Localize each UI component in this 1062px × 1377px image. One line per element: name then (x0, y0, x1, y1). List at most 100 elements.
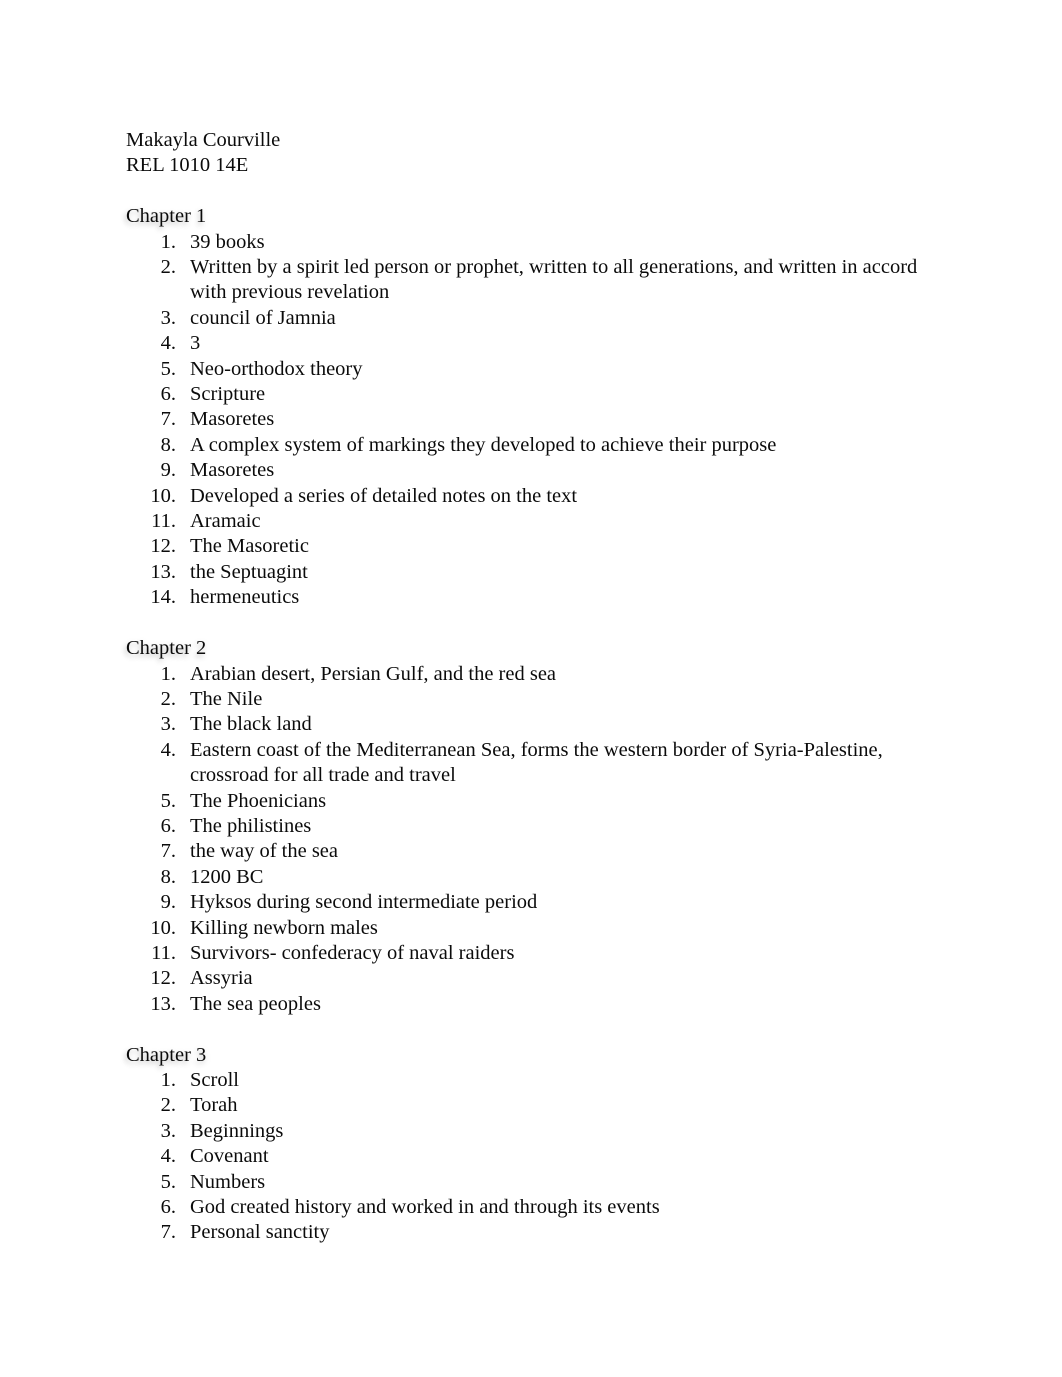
list-item-text: Killing newborn males (190, 916, 378, 939)
list-item-number: 5. (160, 789, 176, 812)
answer-list-item: 7. Masoretes (126, 407, 936, 432)
list-item-text: The philistines (190, 814, 312, 837)
list-item-number: 9. (160, 891, 176, 914)
answer-list-item: 5. Neo-orthodox theory (126, 357, 936, 382)
document-body: Makayla Courville REL 1010 14E Chapter 1… (126, 128, 936, 1246)
chapter-section: Chapter 3 1. Scroll 2. Torah 3. Beginnings 4. Co… (126, 1043, 936, 1246)
list-item-text: Survivors- confederacy of naval raiders (190, 941, 515, 964)
chapter-heading: Chapter 2 (126, 637, 207, 660)
list-item-text: Masoretes (190, 408, 275, 431)
answer-list-item: 4. 3 (126, 331, 936, 356)
list-item-number: 2. (160, 1094, 176, 1117)
list-item-text: 3 (190, 332, 201, 355)
list-item-text: council of Jamnia (190, 306, 336, 329)
answer-list-item: 6. Scripture (126, 382, 936, 407)
answer-list-item: 6. The philistines (126, 814, 936, 839)
answer-list-item: 1. 39 books (126, 230, 936, 255)
header-spacer (126, 179, 936, 204)
answer-list-item: 8. 1200 BC (126, 865, 936, 890)
answer-list-item: 13. the Septuagint (126, 560, 936, 585)
list-item-text: Arabian desert, Persian Gulf, and the re… (190, 662, 557, 685)
answer-list-item: 5. The Phoenicians (126, 789, 936, 814)
list-item-text: 39 books (190, 230, 265, 253)
list-item-text: Personal sanctity (190, 1221, 330, 1244)
answer-list: 1. 39 books 2. Written by a spirit led pers… (126, 230, 936, 611)
answer-list-item: 8. A complex system of markings they deve… (126, 433, 936, 458)
chapter-heading-row: Chapter 3 (126, 1043, 936, 1068)
answer-list-item: 1. Scroll (126, 1068, 936, 1093)
list-item-text: 1200 BC (190, 865, 264, 888)
chapter-heading-row: Chapter 1 (126, 204, 936, 229)
list-item-text: Neo-orthodox theory (190, 357, 363, 380)
list-item-text: Scroll (190, 1068, 239, 1091)
student-name: Makayla Courville (126, 129, 281, 151)
answer-list-item: 9. Hyksos during second intermediate peri… (126, 890, 936, 915)
answer-list-item: 3. The black land (126, 712, 936, 737)
list-item-number: 5. (160, 1170, 176, 1193)
list-item-text: Eastern coast of the Mediterranean Sea, … (190, 738, 883, 787)
list-item-number: 8. (160, 433, 176, 456)
chapter-heading-row: Chapter 2 (126, 636, 936, 661)
answer-list-item: 9. Masoretes (126, 458, 936, 483)
list-item-number: 7. (160, 408, 176, 431)
list-item-number: 2. (160, 687, 176, 710)
answer-list-item: 12. The Masoretic (126, 534, 936, 559)
list-item-text: Covenant (190, 1145, 269, 1168)
answer-list-item: 11. Survivors- confederacy of naval raide… (126, 941, 936, 966)
list-item-number: 2. (160, 256, 176, 279)
list-item-text: Aramaic (190, 510, 261, 533)
answer-list-item: 2. The Nile (126, 687, 936, 712)
list-item-number: 11. (151, 941, 176, 964)
list-item-text: Masoretes (190, 459, 275, 482)
answer-list-item: 10. Killing newborn males (126, 916, 936, 941)
list-item-number: 13. (150, 560, 176, 583)
list-item-text: Hyksos during second intermediate period (190, 891, 538, 914)
list-item-number: 1. (160, 662, 176, 685)
list-item-number: 14. (150, 586, 176, 609)
list-item-number: 4. (160, 1145, 176, 1168)
list-item-number: 1. (160, 1068, 176, 1091)
chapter-heading: Chapter 3 (126, 1043, 207, 1066)
list-item-number: 4. (160, 738, 176, 761)
list-item-number: 4. (160, 332, 176, 355)
list-item-number: 7. (160, 1221, 176, 1244)
list-item-text: Scripture (190, 383, 266, 406)
answer-list-item: 10. Developed a series of detailed notes … (126, 484, 936, 509)
answer-list-item: 11. Aramaic (126, 509, 936, 534)
answer-list-item: 6. God created history and worked in and … (126, 1195, 936, 1220)
answer-list-item: 14. hermeneutics (126, 585, 936, 610)
answer-list: 1. Scroll 2. Torah 3. Beginnings 4. Covenant 5. N… (126, 1068, 936, 1246)
chapter-heading: Chapter 1 (126, 205, 207, 228)
list-item-text: Beginnings (190, 1119, 284, 1142)
list-item-text: Assyria (190, 967, 253, 990)
list-item-number: 6. (160, 1196, 176, 1219)
list-item-text: The Masoretic (190, 535, 309, 558)
list-item-number: 3. (160, 1119, 176, 1142)
list-item-number: 6. (160, 383, 176, 406)
list-item-text: the way of the sea (190, 840, 338, 863)
answer-list-item: 3. Beginnings (126, 1119, 936, 1144)
chapter-section: Chapter 2 1. Arabian desert, Persian Gulf,… (126, 636, 936, 1017)
list-item-text: Torah (190, 1094, 238, 1117)
answer-list-item: 1. Arabian desert, Persian Gulf, and the … (126, 662, 936, 687)
answer-list-item: 12. Assyria (126, 966, 936, 991)
list-item-text: The Nile (190, 687, 263, 710)
list-item-number: 10. (150, 916, 176, 939)
sections-container: Chapter 1 1. 39 books 2. Written by a spirit… (126, 204, 936, 1246)
answer-list-item: 7. the way of the sea (126, 839, 936, 864)
list-item-text: Numbers (190, 1170, 266, 1193)
list-item-text: hermeneutics (190, 586, 300, 609)
list-item-text: The sea peoples (190, 992, 321, 1015)
list-item-number: 8. (160, 865, 176, 888)
answer-list-item: 4. Covenant (126, 1144, 936, 1169)
answer-list-item: 4. Eastern coast of the Mediterranean Sea… (126, 738, 936, 789)
list-item-number: 13. (150, 992, 176, 1015)
answer-list-item: 2. Torah (126, 1093, 936, 1118)
list-item-text: Written by a spirit led person or prophe… (190, 256, 918, 304)
chapter-section: Chapter 1 1. 39 books 2. Written by a spirit… (126, 204, 936, 611)
list-item-number: 5. (160, 357, 176, 380)
answer-list-item: 7. Personal sanctity (126, 1220, 936, 1245)
answer-list: 1. Arabian desert, Persian Gulf, and the … (126, 662, 936, 1018)
list-item-number: 9. (160, 459, 176, 482)
